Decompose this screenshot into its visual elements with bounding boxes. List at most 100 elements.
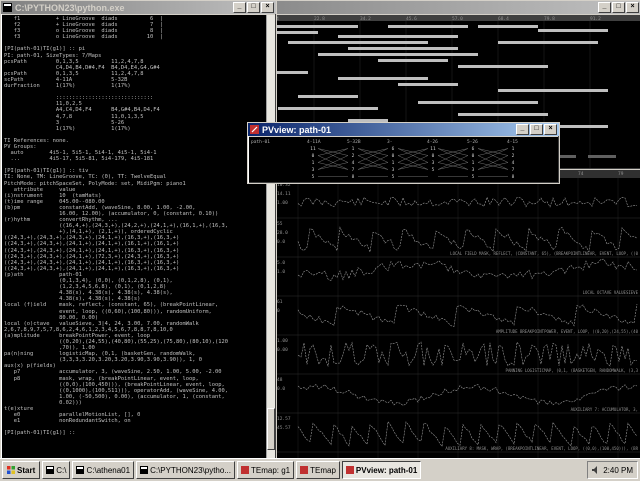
taskbar-item[interactable]: TEmap: [296, 461, 340, 479]
panel-caption: LOCAL OCTAVE VALUESIEVE: [583, 290, 639, 295]
temap-event-bar: [498, 41, 598, 44]
pvview-titlebar[interactable]: PVview: path-01 _ □ ×: [248, 123, 559, 136]
taskbar-item-label: PVview: path-01: [355, 465, 418, 475]
minimize-button[interactable]: _: [598, 2, 611, 13]
scrollbar-thumb[interactable]: [267, 408, 275, 450]
pv-value: 6: [472, 146, 475, 152]
taskbar-item[interactable]: TEmap: g1: [236, 461, 295, 479]
pv-header: 3-: [387, 139, 392, 145]
minimize-button[interactable]: _: [233, 2, 246, 13]
console-output[interactable]: f1 + LineGroove diads 6 | f2 + LineGroov…: [2, 15, 267, 458]
ruler-label: 57.0: [452, 16, 463, 22]
taskbar-item-label: C:\PYTHON23\pytho...: [150, 465, 231, 475]
pv-value: 4: [352, 160, 355, 166]
temap-event-bar: [268, 25, 358, 28]
maximize-button[interactable]: □: [612, 2, 625, 13]
start-button[interactable]: Start: [2, 461, 41, 479]
parameter-trace: [297, 226, 638, 254]
pv-header: 4-15: [507, 139, 518, 145]
console-title: C:\PYTHON23\python.exe: [15, 2, 125, 13]
pv-value: 7: [352, 167, 355, 173]
tk-feather-icon: [250, 125, 259, 134]
temap-event-bar: [338, 77, 428, 80]
ruler-label: 79: [618, 171, 624, 177]
temap-event-bar: [398, 83, 458, 86]
python-console-window[interactable]: C:\PYTHON23\python.exe _ □ × f1 + LineGr…: [0, 0, 277, 460]
temap-event-bar: [418, 101, 538, 104]
ruler-label: 91.2: [590, 16, 601, 22]
temap-event-bar: [318, 53, 478, 56]
pv-header: 4-26: [427, 139, 438, 145]
ruler-label: 74: [578, 171, 584, 177]
panel-ylabel: 48: [277, 377, 283, 383]
pv-value: 1: [312, 160, 315, 166]
taskbar-item[interactable]: PVview: path-01: [341, 461, 422, 479]
tk-feather-icon: [300, 466, 309, 474]
temap-event-bar: [298, 95, 358, 98]
minimize-button[interactable]: _: [516, 124, 529, 135]
taskbar-item-label: TEmap: [310, 465, 336, 475]
close-button[interactable]: ×: [261, 2, 274, 13]
parameter-trace: [297, 420, 638, 448]
panel-ylabel: 55: [277, 221, 283, 227]
temap-event-bar: [388, 25, 468, 28]
parameter-trace: [297, 341, 638, 367]
close-button[interactable]: ×: [626, 2, 639, 13]
pv-value: 11: [310, 146, 316, 152]
pv-value: 1: [352, 146, 355, 152]
close-button[interactable]: ×: [544, 124, 557, 135]
pv-value: 6: [392, 146, 395, 152]
pv-header: 5-26: [467, 139, 478, 145]
temap-event-bar: [498, 89, 608, 92]
ruler-label: 79.8: [544, 16, 555, 22]
taskbar: Start C:\ C:\athena01 C:\PYTHON23\pytho...…: [0, 458, 640, 481]
taskbar-item[interactable]: C:\PYTHON23\pytho...: [136, 461, 235, 479]
panel-caption: LOCAL FIELD MASK, REFLECT, (CONSTANT, 65…: [450, 251, 638, 256]
speaker-icon[interactable]: [592, 466, 600, 474]
panel-ylabel: 1.00: [277, 338, 288, 344]
taskbar-item-label: C:\athena01: [86, 465, 131, 475]
panel-ylabel: 14.11: [277, 191, 291, 197]
pv-value: 3: [472, 167, 475, 173]
pv-header: 5-32B: [347, 139, 361, 145]
console-scrollbar[interactable]: [266, 15, 275, 458]
pv-value: 8: [352, 174, 355, 180]
temap-event-bar: [278, 107, 378, 110]
parameter-plots: 34475256616570747910.3214.111.005528.00.…: [276, 168, 640, 458]
pv-label: path-01: [251, 139, 270, 145]
parameter-trace: [297, 196, 638, 208]
panel-ylabel: 0.0: [277, 239, 285, 245]
temap-event-bar: [378, 59, 448, 62]
pv-value: 3: [392, 167, 395, 173]
pv-value: 3: [312, 167, 315, 173]
temap-event-bar: [478, 25, 538, 28]
console-titlebar[interactable]: C:\PYTHON23\python.exe _ □ ×: [1, 1, 276, 14]
taskbar-item[interactable]: C:\: [42, 461, 71, 479]
panel-ylabel: 61: [277, 299, 283, 305]
panel-ylabel: 0.0: [277, 386, 285, 392]
pv-value: 5: [472, 174, 475, 180]
parameter-trace: [297, 258, 638, 282]
pv-value: 5: [312, 174, 315, 180]
temap-event-bar: [538, 29, 608, 32]
taskbar-item[interactable]: C:\athena01: [72, 461, 135, 479]
pvview-window[interactable]: PVview: path-01 _ □ × path-01 4-11A 5-32B 3…: [247, 122, 560, 184]
panel-ylabel: 0: [277, 308, 280, 314]
ruler-label: 45.6: [406, 16, 417, 22]
maximize-button[interactable]: □: [247, 2, 260, 13]
console-icon: [46, 466, 55, 474]
panel-ylabel: 0.00: [277, 347, 288, 353]
panel-caption: PANNING LOGISTICMAP, (0,1, (BASKETGEN, R…: [506, 368, 639, 373]
pv-value: 2: [512, 153, 515, 159]
pv-value: 2: [352, 153, 355, 159]
maximize-button[interactable]: □: [530, 124, 543, 135]
pv-value: 8: [512, 174, 515, 180]
clock[interactable]: 2:40 PM: [603, 466, 633, 475]
pv-header: 4-11A: [307, 139, 321, 145]
temap-event-bar: [288, 41, 428, 44]
pv-value: 1: [512, 146, 515, 152]
panel-ylabel: 1.00: [277, 200, 288, 206]
pv-value: 1: [472, 160, 475, 166]
taskbar-item-label: C:\: [56, 465, 67, 475]
panel-ylabel: 28.0: [277, 230, 288, 236]
